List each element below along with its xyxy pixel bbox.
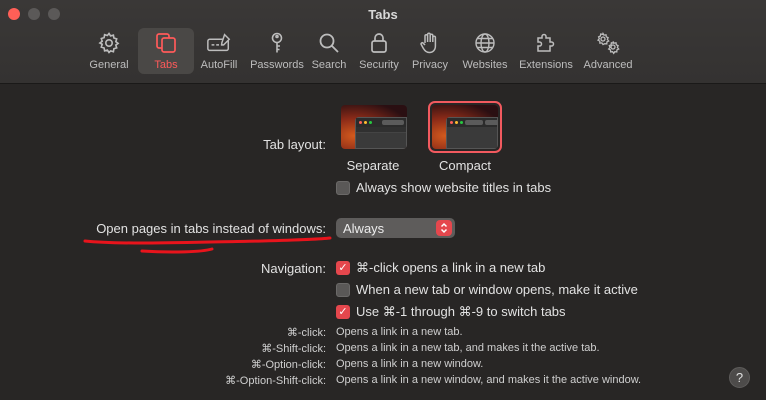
autofill-icon xyxy=(205,31,233,55)
tab-extensions[interactable]: Extensions xyxy=(515,28,577,74)
window-title: Tabs xyxy=(368,7,398,22)
shortcut-description: Opens a link in a new window, and makes … xyxy=(336,374,642,386)
title-bar: Tabs General Tabs AutoFill Passwords Sea… xyxy=(0,0,766,84)
always-show-titles-checkbox[interactable] xyxy=(336,180,350,195)
hand-icon xyxy=(416,31,444,55)
gears-icon xyxy=(594,31,622,55)
always-show-titles-label: Always show website titles in tabs xyxy=(356,180,552,195)
lock-icon xyxy=(365,31,393,55)
shortcut-description: Opens a link in a new tab. xyxy=(336,326,463,338)
tab-security-label: Security xyxy=(359,59,399,71)
tab-tabs-label: Tabs xyxy=(154,59,178,71)
make-active-label: When a new tab or window opens, make it … xyxy=(356,282,638,297)
tab-layout-label: Tab layout: xyxy=(263,137,326,152)
key-icon xyxy=(263,31,291,55)
tab-passwords[interactable]: Passwords xyxy=(247,28,307,74)
open-pages-value: Always xyxy=(343,220,385,236)
tab-general[interactable]: General xyxy=(86,28,132,74)
tab-autofill[interactable]: AutoFill xyxy=(194,28,244,74)
tabs-icon xyxy=(152,31,180,55)
tab-websites-label: Websites xyxy=(462,59,508,71)
red-underline-annotation xyxy=(83,236,332,254)
tab-advanced-label: Advanced xyxy=(583,59,633,71)
help-button[interactable]: ? xyxy=(729,367,750,388)
open-pages-label: Open pages in tabs instead of windows: xyxy=(96,221,326,236)
tab-general-label: General xyxy=(89,59,129,71)
gear-icon xyxy=(95,31,123,55)
tab-autofill-label: AutoFill xyxy=(200,59,238,71)
layout-caption-compact: Compact xyxy=(438,158,492,173)
settings-toolbar: General Tabs AutoFill Passwords Search S… xyxy=(86,28,637,76)
safari-settings-window: Tabs General Tabs AutoFill Passwords Sea… xyxy=(0,0,766,400)
shortcut-key: ⌘-click: xyxy=(286,327,326,339)
tab-privacy-label: Privacy xyxy=(411,59,449,71)
tab-advanced[interactable]: Advanced xyxy=(579,28,637,74)
always-show-titles-option[interactable]: Always show website titles in tabs xyxy=(336,180,551,195)
open-pages-select[interactable]: Always xyxy=(336,218,455,238)
make-active-checkbox[interactable] xyxy=(336,282,350,297)
tab-tabs[interactable]: Tabs xyxy=(138,28,194,74)
layout-caption-separate: Separate xyxy=(346,158,400,173)
chevron-updown-icon xyxy=(436,220,452,236)
tab-search-label: Search xyxy=(311,59,347,71)
tab-extensions-label: Extensions xyxy=(519,59,573,71)
tab-search[interactable]: Search xyxy=(307,28,351,74)
shortcut-description: Opens a link in a new tab, and makes it … xyxy=(336,342,600,354)
compact-preview xyxy=(432,105,498,149)
shortcut-key: ⌘-Option-Shift-click: xyxy=(225,375,326,387)
make-active-option[interactable]: When a new tab or window opens, make it … xyxy=(336,282,638,297)
shortcut-key: ⌘-Shift-click: xyxy=(261,343,326,355)
switch-tabs-option[interactable]: ✓ Use ⌘-1 through ⌘-9 to switch tabs xyxy=(336,304,566,320)
shortcut-description: Opens a link in a new window. xyxy=(336,358,484,370)
cmd-click-option[interactable]: ✓ ⌘-click opens a link in a new tab xyxy=(336,260,545,276)
layout-option-compact[interactable] xyxy=(428,101,502,153)
tab-privacy[interactable]: Privacy xyxy=(408,28,452,74)
cmd-click-checkbox[interactable]: ✓ xyxy=(336,261,350,275)
globe-icon xyxy=(471,31,499,55)
switch-tabs-checkbox[interactable]: ✓ xyxy=(336,305,350,319)
search-icon xyxy=(315,31,343,55)
puzzle-icon xyxy=(532,31,560,55)
cmd-click-label: ⌘-click opens a link in a new tab xyxy=(356,260,546,275)
shortcut-key: ⌘-Option-click: xyxy=(250,359,326,371)
tab-websites[interactable]: Websites xyxy=(457,28,513,74)
separate-preview xyxy=(341,105,407,149)
tab-passwords-label: Passwords xyxy=(250,59,304,71)
tab-security[interactable]: Security xyxy=(354,28,404,74)
layout-option-separate[interactable] xyxy=(337,101,411,153)
switch-tabs-label: Use ⌘-1 through ⌘-9 to switch tabs xyxy=(356,304,566,319)
navigation-label: Navigation: xyxy=(260,261,326,276)
